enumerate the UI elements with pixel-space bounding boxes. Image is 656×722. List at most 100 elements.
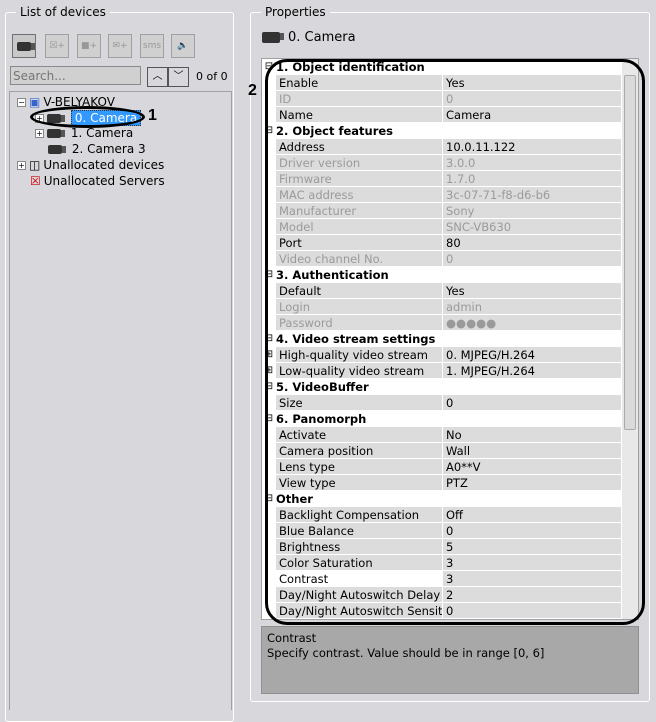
add-camera-icon: ■+ [80,41,98,51]
tree-item-camera-0[interactable]: + 0. Camera [35,110,142,126]
property-row[interactable]: Manufacturer Sony [262,203,638,219]
property-row[interactable]: Color Saturation 3 [262,555,638,571]
expand-icon[interactable]: + [35,128,44,138]
property-group-header[interactable]: ⊟ 5. VideoBuffer [262,379,638,395]
row-indent [262,203,276,219]
property-row[interactable]: Driver version 3.0.0 [262,155,638,171]
property-row[interactable]: Video channel No. 0 [262,251,638,267]
tree-item-server[interactable]: − ▣ V-BELYAKOV [17,95,115,109]
add-mail-button[interactable]: ✉+ [108,34,132,58]
property-row[interactable]: Enable Yes [262,75,638,91]
property-row[interactable]: Contrast 3 [262,571,638,587]
tree-item-unallocated-devices[interactable]: + ◫ Unallocated devices [17,158,164,172]
property-row[interactable]: Address 10.0.11.122 [262,139,638,155]
add-mail-icon: ✉+ [112,41,128,51]
property-value[interactable]: 0 [443,395,621,411]
property-name: ID [276,91,443,107]
add-camera-button[interactable]: ■+ [77,34,101,58]
property-group-header[interactable]: ⊟ 4. Video stream settings [262,331,638,347]
property-value[interactable]: 10.0.11.122 [443,139,621,155]
object-title: 0. Camera [288,30,356,45]
property-row[interactable]: Name Camera [262,107,638,123]
collapse-icon[interactable]: ⊟ [262,491,276,507]
property-name: High-quality video stream [276,347,443,363]
property-group-header[interactable]: ⊟ 6. Panomorph [262,411,638,427]
property-row[interactable]: Blue Balance 0 [262,523,638,539]
property-value[interactable]: Yes [443,283,621,299]
property-row[interactable]: Camera position Wall [262,443,638,459]
property-row[interactable]: ⊞ High-quality video stream 0. MJPEG/H.264 [262,347,638,363]
property-value[interactable]: Camera [443,107,621,123]
search-prev-button[interactable]: ︿ [147,67,168,87]
device-tree[interactable]: − ▣ V-BELYAKOV + 0. Camera + 1. Camera 2. … [9,91,232,710]
property-value[interactable]: 3 [443,555,621,571]
property-row[interactable]: Login admin [262,299,638,315]
property-row[interactable]: Backlight Compensation Off [262,507,638,523]
expand-icon[interactable]: ⊞ [262,363,276,379]
property-group-header[interactable]: ⊟ 3. Authentication [262,267,638,283]
property-row[interactable]: ID 0 [262,91,638,107]
property-group-header[interactable]: ⊟ 2. Object features [262,123,638,139]
add-sms-icon: sms [142,41,162,51]
property-value[interactable]: 2 [443,587,621,603]
property-value[interactable]: 80 [443,235,621,251]
property-value[interactable]: 0 [443,523,621,539]
expand-icon[interactable]: + [35,113,44,123]
devices-panel-title: List of devices [16,5,110,19]
property-row[interactable]: Password ●●●●● [262,315,638,331]
expand-icon[interactable]: + [17,160,26,170]
property-value[interactable]: Yes [443,75,621,91]
property-name: Model [276,219,443,235]
collapse-icon[interactable]: ⊟ [262,331,276,347]
property-value[interactable]: 5 [443,539,621,555]
scrollbar[interactable] [622,59,638,619]
row-indent [262,539,276,555]
property-name: Video channel No. [276,251,443,267]
property-row[interactable]: Model SNC-VB630 [262,219,638,235]
tree-label: Unallocated devices [43,158,165,172]
property-value[interactable]: Wall [443,443,621,459]
tree-item-camera-2[interactable]: 2. Camera 3 [48,142,146,156]
add-monitor-button[interactable]: ☒+ [45,34,69,58]
add-sms-button[interactable]: sms [140,34,164,58]
collapse-icon[interactable]: ⊟ [262,59,276,75]
property-row[interactable]: Day/Night Autoswitch Sensiti 0 [262,603,638,619]
scrollbar-thumb[interactable] [624,75,636,430]
property-row[interactable]: Brightness 5 [262,539,638,555]
property-value[interactable]: Off [443,507,621,523]
collapse-icon[interactable]: ⊟ [262,379,276,395]
property-value[interactable]: A0**V [443,459,621,475]
property-group-header[interactable]: ⊟ 1. Object identification [262,59,638,75]
property-group-header[interactable]: ⊟ Other [262,491,638,507]
camera-search-button[interactable] [12,34,36,58]
property-value[interactable]: 1. MJPEG/H.264 [443,363,621,379]
property-value[interactable]: 0 [443,603,621,619]
property-row[interactable]: Day/Night Autoswitch Delay 2 [262,587,638,603]
expand-icon[interactable]: ⊞ [262,347,276,363]
property-row[interactable]: Firmware 1.7.0 [262,171,638,187]
property-row[interactable]: Activate No [262,427,638,443]
property-value[interactable]: PTZ [443,475,621,491]
collapse-icon[interactable]: ⊟ [262,267,276,283]
property-row[interactable]: Lens type A0**V [262,459,638,475]
property-row[interactable]: Port 80 [262,235,638,251]
property-row[interactable]: View type PTZ [262,475,638,491]
search-input[interactable] [10,66,141,85]
tree-item-camera-1[interactable]: + 1. Camera [35,126,133,140]
collapse-icon[interactable]: − [17,97,26,107]
callout-1: 1 [148,107,157,124]
property-grid[interactable]: ⊟ 1. Object identification Enable Yes ID 0 Nam… [261,58,639,620]
property-row[interactable]: ⊞ Low-quality video stream 1. MJPEG/H.264 [262,363,638,379]
collapse-icon[interactable]: ⊟ [262,123,276,139]
property-row[interactable]: Default Yes [262,283,638,299]
collapse-icon[interactable]: ⊟ [262,411,276,427]
tree-item-unallocated-servers[interactable]: ☒ Unallocated Servers [30,174,165,188]
property-value[interactable]: 0. MJPEG/H.264 [443,347,621,363]
search-next-button[interactable]: ﹀ [168,67,189,87]
property-value[interactable]: No [443,427,621,443]
property-row[interactable]: MAC address 3c-07-71-f8-d6-b6 [262,187,638,203]
property-row[interactable]: Size 0 [262,395,638,411]
property-value[interactable]: 3 [443,571,621,587]
property-name: Manufacturer [276,203,443,219]
add-speaker-button[interactable]: 🔈 [171,34,195,58]
